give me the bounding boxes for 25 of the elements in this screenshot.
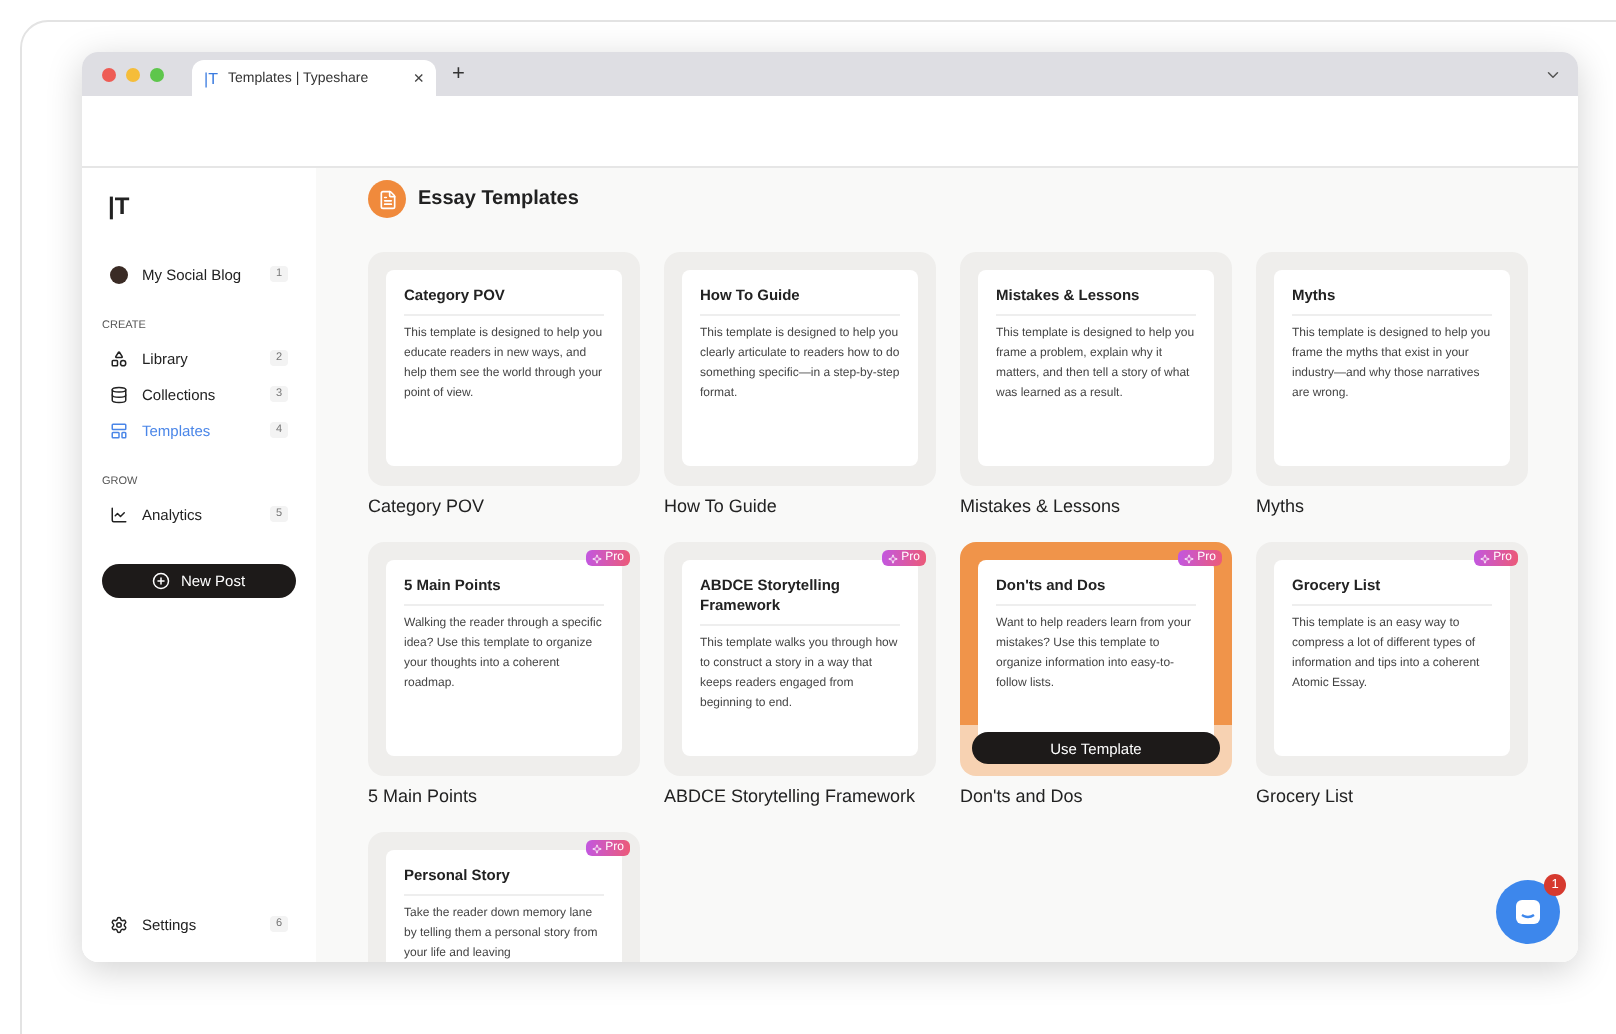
close-dot[interactable] [102, 67, 116, 81]
logo: |T [108, 192, 132, 220]
database-icon [110, 385, 128, 403]
template-name: How To Guide [664, 496, 779, 516]
favicon: |T [204, 69, 218, 87]
template-name: ABDCE Storytelling Framework [664, 786, 918, 806]
page-title: Essay Templates [418, 188, 579, 210]
minimize-dot[interactable] [126, 67, 140, 81]
template-name: Category POV [368, 496, 487, 516]
settings-icon [110, 915, 128, 933]
shapes-icon [110, 349, 128, 367]
document-icon [368, 180, 406, 218]
chat-icon [1514, 898, 1542, 926]
template-name: Mistakes & Lessons [960, 496, 1123, 516]
new-tab-button[interactable]: + [452, 62, 465, 86]
avatar [110, 265, 128, 283]
template-name: 5 Main Points [368, 786, 480, 806]
maximize-dot[interactable] [150, 67, 164, 81]
close-tab-button[interactable]: × [413, 68, 424, 88]
plus-circle-icon [152, 572, 171, 590]
chart-icon [110, 505, 128, 523]
template-icon [110, 421, 128, 439]
template-name: Don'ts and Dos [960, 786, 1085, 806]
template-name: Grocery List [1256, 786, 1356, 806]
template-name: Myths [1256, 496, 1307, 516]
